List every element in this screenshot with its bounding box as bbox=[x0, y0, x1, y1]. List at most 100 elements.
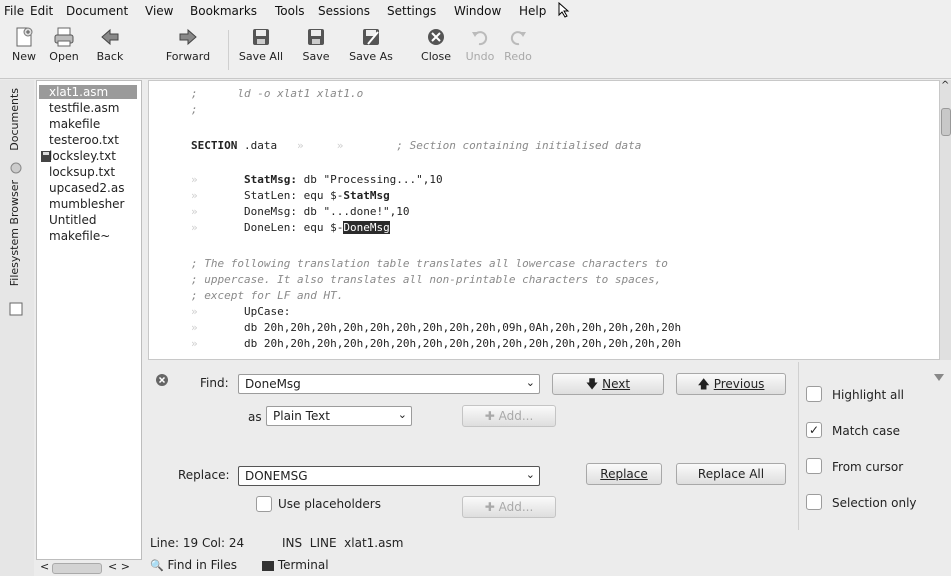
close-button[interactable]: Close bbox=[418, 24, 454, 76]
scroll-arrows-icon[interactable]: < > bbox=[108, 560, 130, 573]
doc-item-makefile[interactable]: makefile bbox=[49, 117, 100, 131]
next-button[interactable]: 🡇 Next bbox=[552, 373, 664, 395]
doc-item-untitled[interactable]: Untitled bbox=[49, 213, 96, 227]
use-placeholders-checkbox[interactable] bbox=[256, 496, 272, 512]
code-line: SECTION .data » » ; Section containing i… bbox=[191, 139, 642, 152]
menu-file[interactable]: File bbox=[4, 4, 24, 18]
undo-button[interactable]: Undo bbox=[462, 24, 498, 76]
code-line: » db 20h,20h,20h,20h,20h,20h,20h,20h,20h… bbox=[191, 321, 682, 334]
new-document-icon bbox=[16, 27, 33, 47]
find-label: Find: bbox=[200, 376, 229, 390]
match-case-label: Match case bbox=[832, 424, 901, 438]
doc-item-xlat1[interactable]: xlat1.asm bbox=[39, 85, 137, 99]
doc-item-testfile[interactable]: testfile.asm bbox=[49, 101, 119, 115]
save-as-button[interactable]: Save As bbox=[346, 24, 396, 76]
code-line: » StatMsg: db "Processing...",10 bbox=[191, 173, 443, 186]
back-arrow-icon bbox=[101, 28, 119, 46]
toolbar-separator bbox=[228, 30, 229, 70]
panel-menu-arrow-icon[interactable] bbox=[934, 374, 944, 382]
toolbar: New Open Back Forward Save All Save Save… bbox=[0, 22, 951, 79]
status-bar: Line: 19 Col: 24 INS LINE xlat1.asm 🔍 Fi… bbox=[148, 530, 951, 576]
code-line: » StatLen: equ $-StatMsg bbox=[191, 189, 390, 202]
doc-item-makefile-backup[interactable]: makefile~ bbox=[49, 229, 110, 243]
menu-tools[interactable]: Tools bbox=[275, 4, 305, 18]
match-case-checkbox[interactable]: ✓ bbox=[806, 422, 822, 438]
add-icon: ✚ bbox=[484, 500, 495, 514]
doc-item-testeroo[interactable]: testeroo.txt bbox=[49, 133, 119, 147]
close-find-icon[interactable] bbox=[156, 374, 168, 386]
save-all-icon bbox=[253, 29, 269, 45]
scroll-left-icon[interactable]: < bbox=[40, 560, 49, 573]
doc-item-mumblesher[interactable]: mumblesher bbox=[49, 197, 125, 211]
save-button[interactable]: Save bbox=[298, 24, 334, 76]
replace-input[interactable]: DONEMSG ⌄ bbox=[238, 466, 540, 486]
code-line: » DoneMsg: db "...done!",10 bbox=[191, 205, 410, 218]
highlight-all-checkbox[interactable] bbox=[806, 386, 822, 402]
cursor-position: Line: 19 Col: 24 bbox=[150, 536, 245, 550]
chevron-down-icon[interactable]: ⌄ bbox=[398, 408, 407, 421]
documents-tab-icon bbox=[10, 162, 22, 174]
code-editor[interactable]: ; ld -o xlat1 xlat1.o ; SECTION .data » … bbox=[148, 80, 940, 360]
tool-tab-find-in-files[interactable]: 🔍 Find in Files bbox=[150, 558, 237, 572]
open-button[interactable]: Open bbox=[46, 24, 82, 76]
search-mode-select[interactable]: Plain Text ⌄ bbox=[266, 406, 412, 426]
menu-view[interactable]: View bbox=[145, 4, 173, 18]
back-button[interactable]: Back bbox=[92, 24, 128, 76]
save-icon bbox=[308, 29, 324, 45]
binoculars-icon: 🔍 bbox=[150, 559, 164, 572]
menubar: File Edit Document View Bookmarks Tools … bbox=[0, 0, 951, 22]
add-button[interactable]: ✚ Add... bbox=[462, 405, 556, 427]
from-cursor-checkbox[interactable] bbox=[806, 458, 822, 474]
replace-label: Replace: bbox=[178, 468, 230, 482]
down-arrow-icon: 🡇 bbox=[585, 377, 599, 391]
tab-documents[interactable]: Documents bbox=[8, 88, 21, 151]
menu-document[interactable]: Document bbox=[66, 4, 128, 18]
forward-button[interactable]: Forward bbox=[162, 24, 214, 76]
menu-bookmarks[interactable]: Bookmarks bbox=[190, 4, 257, 18]
add-placeholder-button[interactable]: ✚ Add... bbox=[462, 496, 556, 518]
doc-item-upcased2[interactable]: upcased2.as bbox=[49, 181, 124, 195]
menu-sessions[interactable]: Sessions bbox=[318, 4, 370, 18]
redo-icon bbox=[510, 31, 526, 46]
code-line: » DoneLen: equ $-DoneMsg bbox=[191, 221, 390, 234]
doc-item-locksup[interactable]: locksup.txt bbox=[49, 165, 115, 179]
tool-tab-terminal[interactable]: Terminal bbox=[262, 558, 329, 572]
edit-mode-status: INS LINE xlat1.asm bbox=[282, 536, 404, 550]
new-button[interactable]: New bbox=[6, 24, 42, 76]
editor-vscrollbar[interactable]: ^ bbox=[940, 80, 951, 360]
save-all-button[interactable]: Save All bbox=[236, 24, 286, 76]
replace-button[interactable]: Replace bbox=[586, 463, 662, 485]
document-list-hscrollbar[interactable]: < < > bbox=[36, 560, 140, 576]
previous-button[interactable]: 🡅 Previous bbox=[676, 373, 786, 395]
highlight-all-label: Highlight all bbox=[832, 388, 905, 402]
menu-window[interactable]: Window bbox=[454, 4, 501, 18]
selection-only-checkbox[interactable] bbox=[806, 494, 822, 510]
forward-arrow-icon bbox=[179, 28, 197, 46]
replace-all-button[interactable]: Replace All bbox=[676, 463, 786, 485]
menu-help[interactable]: Help bbox=[519, 4, 546, 18]
code-line: ; except for LF and HT. bbox=[191, 289, 344, 302]
editor-gutter bbox=[149, 81, 187, 359]
find-replace-bar: Find: DoneMsg ⌄ 🡇 Next 🡅 Previous as Pla… bbox=[148, 362, 951, 532]
find-input[interactable]: DoneMsg ⌄ bbox=[238, 374, 540, 394]
undo-icon bbox=[472, 31, 488, 46]
scroll-up-icon[interactable]: ^ bbox=[941, 80, 949, 91]
tab-filesystem-browser[interactable]: Filesystem Browser bbox=[8, 180, 21, 286]
menu-edit[interactable]: Edit bbox=[30, 4, 53, 18]
code-line: ; bbox=[191, 103, 198, 116]
chevron-down-icon[interactable]: ⌄ bbox=[526, 468, 535, 481]
scroll-thumb[interactable] bbox=[941, 108, 951, 136]
scroll-thumb[interactable] bbox=[52, 563, 102, 574]
doc-item-locksley[interactable]: locksley.txt bbox=[49, 149, 116, 163]
use-placeholders-label: Use placeholders bbox=[278, 497, 381, 511]
menu-settings[interactable]: Settings bbox=[387, 4, 436, 18]
chevron-down-icon[interactable]: ⌄ bbox=[526, 376, 535, 389]
save-as-icon bbox=[363, 29, 379, 45]
as-label: as bbox=[248, 410, 262, 424]
side-tabs: Documents Filesystem Browser bbox=[0, 80, 34, 576]
selection-only-label: Selection only bbox=[832, 496, 917, 510]
redo-button[interactable]: Redo bbox=[500, 24, 536, 76]
code-line: ; uppercase. It also translates all non-… bbox=[191, 273, 662, 286]
document-list: xlat1.asm testfile.asm makefile testeroo… bbox=[36, 80, 142, 560]
mouse-cursor-icon bbox=[558, 2, 570, 18]
